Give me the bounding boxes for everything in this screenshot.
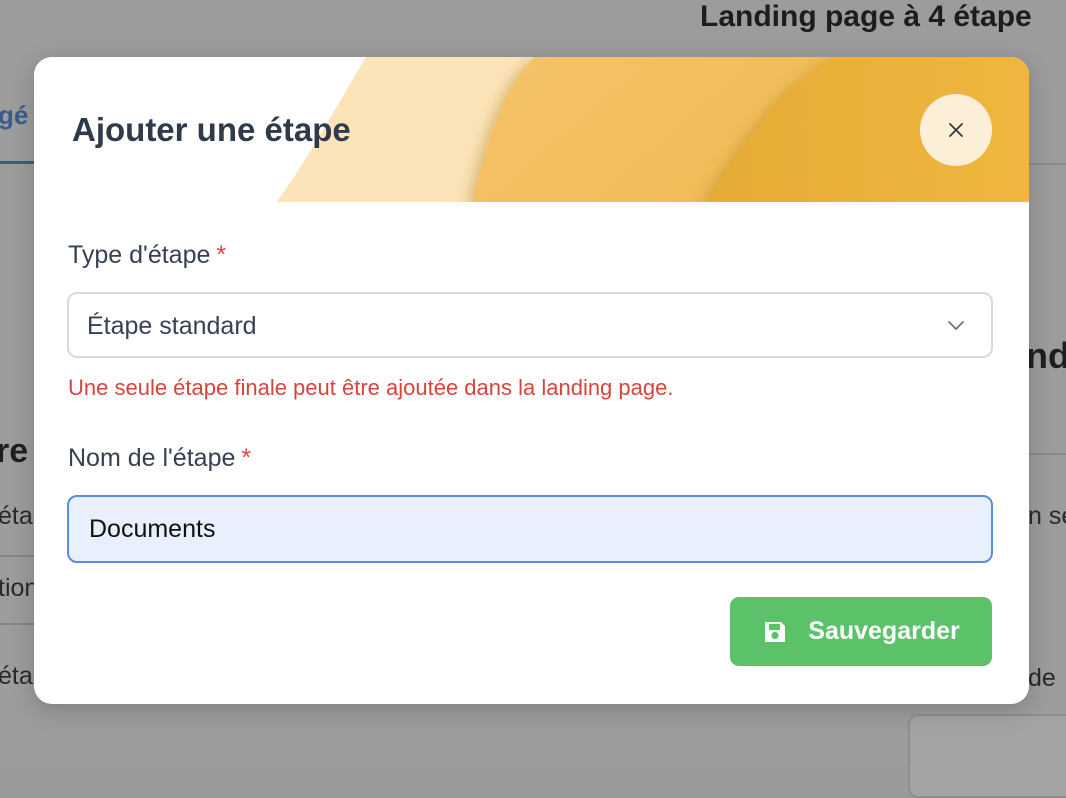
step-type-select[interactable]: Étape standard — [67, 292, 993, 358]
save-button-label: Sauvegarder — [808, 617, 960, 645]
add-step-modal: Ajouter une étape Type d'étape * Étape st… — [34, 57, 1029, 704]
background-tab: gé — [0, 100, 29, 130]
background-card — [908, 714, 1066, 798]
background-divider — [1028, 453, 1066, 455]
background-tab-underline — [0, 161, 36, 164]
background-left-heading: re — [0, 432, 29, 470]
modal-title: Ajouter une étape — [72, 111, 351, 148]
step-type-error: Une seule étape finale peut être ajoutée… — [68, 375, 674, 400]
step-name-label: Nom de l'étape * — [68, 444, 251, 473]
save-button[interactable]: Sauvegarder — [730, 597, 992, 666]
close-icon — [949, 123, 963, 137]
close-button[interactable] — [920, 94, 992, 166]
required-marker: * — [241, 444, 252, 472]
step-name-label-text: Nom de l'étape — [68, 444, 236, 472]
background-left-row: éta — [0, 662, 33, 690]
chevron-down-icon — [948, 321, 964, 330]
step-name-input[interactable] — [67, 495, 993, 563]
required-marker: * — [216, 241, 227, 269]
background-left-row: tion — [0, 574, 39, 602]
modal-header: Ajouter une étape — [34, 57, 1029, 202]
background-left-divider — [0, 623, 34, 625]
background-left-divider — [0, 555, 34, 557]
floppy-disk-icon — [762, 619, 788, 645]
background-right-heading: nd — [1026, 335, 1066, 376]
background-right-text: n se — [1028, 502, 1066, 530]
step-type-label: Type d'étape * — [68, 241, 226, 270]
background-page-title: Landing page à 4 étape — [700, 0, 1032, 33]
background-right-text: de — [1028, 664, 1056, 692]
background-left-row: éta — [0, 502, 33, 530]
step-type-selected-value: Étape standard — [87, 312, 257, 340]
background-divider — [1028, 163, 1066, 165]
step-type-label-text: Type d'étape — [68, 241, 211, 269]
